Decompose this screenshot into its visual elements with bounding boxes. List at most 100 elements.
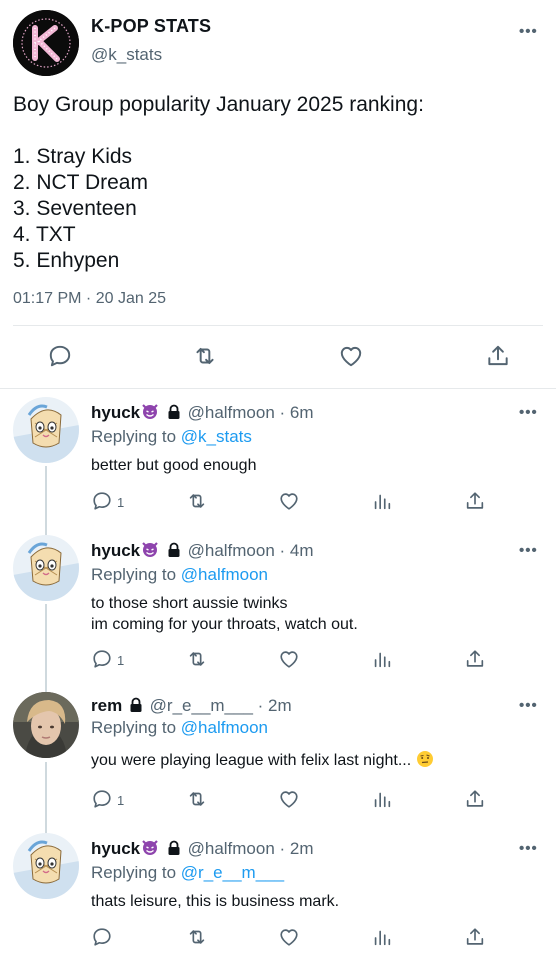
reply-tweet: hyuck @halfmoon · 4m ••• Replying to @ha… <box>0 526 556 684</box>
reply-author-name[interactable]: hyuck <box>91 839 140 858</box>
reply-author-name[interactable]: hyuck <box>91 541 140 560</box>
reply-text: you were playing league with felix last … <box>91 750 434 771</box>
retweet-icon[interactable] <box>192 343 218 369</box>
more-options-icon[interactable]: ••• <box>519 404 538 421</box>
reply-author-handle[interactable]: @halfmoon <box>188 541 275 560</box>
replying-to-label: Replying to <box>91 863 177 882</box>
reply-author-name[interactable]: hyuck <box>91 403 140 422</box>
tweet-timestamp[interactable]: 01:17 PM · 20 Jan 25 <box>13 290 166 308</box>
replying-to: Replying to @k_stats <box>91 427 252 447</box>
retweet-icon[interactable] <box>186 926 208 948</box>
account-avatar[interactable] <box>13 10 79 76</box>
divider <box>13 325 543 326</box>
tweet-text: Boy Group popularity January 2025 rankin… <box>13 92 424 274</box>
reply-author-handle[interactable]: @halfmoon <box>188 839 275 858</box>
reply-text-line: you were playing league with felix last … <box>91 752 412 769</box>
share-icon[interactable] <box>485 343 511 369</box>
tweet-text-line <box>13 118 424 144</box>
reply-header: hyuck @halfmoon · 2m <box>91 837 314 859</box>
reply-time[interactable]: · 4m <box>280 541 314 560</box>
main-tweet: K-POP STATS @k_stats ••• Boy Group popul… <box>0 0 556 388</box>
replying-to-link[interactable]: @halfmoon <box>181 718 268 737</box>
reply-header: hyuck @halfmoon · 4m <box>91 539 314 561</box>
reply-time[interactable]: · 2m <box>258 696 292 715</box>
smiling-devil-emoji-icon <box>142 542 158 557</box>
share-icon[interactable] <box>464 648 486 670</box>
like-icon[interactable] <box>338 343 364 369</box>
analytics-icon[interactable] <box>371 648 393 670</box>
retweet-icon[interactable] <box>186 490 208 512</box>
reply-author-name[interactable]: rem <box>91 696 122 715</box>
share-icon[interactable] <box>464 926 486 948</box>
more-options-icon[interactable]: ••• <box>519 542 538 559</box>
replying-to-label: Replying to <box>91 718 177 737</box>
dango-character-avatar-icon <box>13 535 79 601</box>
like-icon[interactable] <box>278 926 300 948</box>
avatar[interactable] <box>13 833 79 899</box>
lock-icon <box>168 542 180 557</box>
avatar[interactable] <box>13 692 79 758</box>
analytics-icon[interactable] <box>371 490 393 512</box>
replying-to: Replying to @r_e__m___ <box>91 863 284 883</box>
reply-text-line: thats leisure, this is business mark. <box>91 893 340 910</box>
share-icon[interactable] <box>464 788 486 810</box>
reply-time[interactable]: · 2m <box>280 839 314 858</box>
smiling-devil-emoji-icon <box>142 404 158 419</box>
replying-to: Replying to @halfmoon <box>91 718 268 738</box>
reply-tweet: hyuck @halfmoon · 2m ••• Replying to @r_… <box>0 824 556 960</box>
lock-icon <box>168 840 180 855</box>
reply-count: 1 <box>117 793 125 808</box>
reply-text-line: im coming for your throats, watch out. <box>91 616 358 633</box>
reply-icon[interactable] <box>91 788 113 810</box>
replying-to-link[interactable]: @halfmoon <box>181 565 268 584</box>
reply-text: to those short aussie twinks im coming f… <box>91 593 358 635</box>
reply-text: better but good enough <box>91 455 256 476</box>
account-name[interactable]: K-POP STATS <box>91 16 211 37</box>
reply-count: 1 <box>117 495 125 510</box>
more-options-icon[interactable]: ••• <box>519 840 538 857</box>
like-icon[interactable] <box>278 788 300 810</box>
more-options-icon[interactable]: ••• <box>519 23 538 40</box>
tweet-text-line: 2. NCT Dream <box>13 171 148 194</box>
reply-text-line: better but good enough <box>91 457 257 474</box>
tweet-text-line: 5. Enhypen <box>13 249 120 272</box>
tweet-text-line: 3. Seventeen <box>13 197 137 220</box>
reply-header: hyuck @halfmoon · 6m <box>91 401 314 423</box>
reply-icon[interactable] <box>47 343 73 369</box>
share-icon[interactable] <box>464 490 486 512</box>
retweet-icon[interactable] <box>186 648 208 670</box>
lock-icon <box>130 697 142 712</box>
user-photo-avatar-icon <box>13 692 79 758</box>
replying-to-label: Replying to <box>91 427 177 446</box>
retweet-icon[interactable] <box>186 788 208 810</box>
raised-eyebrow-emoji-icon <box>416 751 433 767</box>
analytics-icon[interactable] <box>371 926 393 948</box>
dango-character-avatar-icon <box>13 397 79 463</box>
reply-icon[interactable] <box>91 490 113 512</box>
reply-text: thats leisure, this is business mark. <box>91 891 339 912</box>
reply-header: rem @r_e__m___ · 2m <box>91 696 292 716</box>
avatar[interactable] <box>13 535 79 601</box>
tweet-text-line: Boy Group popularity January 2025 rankin… <box>13 93 424 116</box>
replying-to-link[interactable]: @k_stats <box>181 427 252 446</box>
lock-icon <box>168 404 180 419</box>
reply-author-handle[interactable]: @halfmoon <box>188 403 275 422</box>
account-handle[interactable]: @k_stats <box>91 45 162 65</box>
reply-count: 1 <box>117 653 125 668</box>
replying-to-link[interactable]: @r_e__m___ <box>181 863 284 882</box>
replying-to-label: Replying to <box>91 565 177 584</box>
reply-author-handle[interactable]: @r_e__m___ <box>150 696 253 715</box>
reply-tweet: rem @r_e__m___ · 2m ••• Replying to @hal… <box>0 684 556 824</box>
k-logo-icon <box>13 10 79 76</box>
tweet-text-line: 4. TXT <box>13 223 76 246</box>
dango-character-avatar-icon <box>13 833 79 899</box>
replying-to: Replying to @halfmoon <box>91 565 268 585</box>
avatar[interactable] <box>13 397 79 463</box>
like-icon[interactable] <box>278 648 300 670</box>
reply-time[interactable]: · 6m <box>280 403 314 422</box>
reply-icon[interactable] <box>91 648 113 670</box>
reply-icon[interactable] <box>91 926 113 948</box>
analytics-icon[interactable] <box>371 788 393 810</box>
like-icon[interactable] <box>278 490 300 512</box>
more-options-icon[interactable]: ••• <box>519 697 538 714</box>
